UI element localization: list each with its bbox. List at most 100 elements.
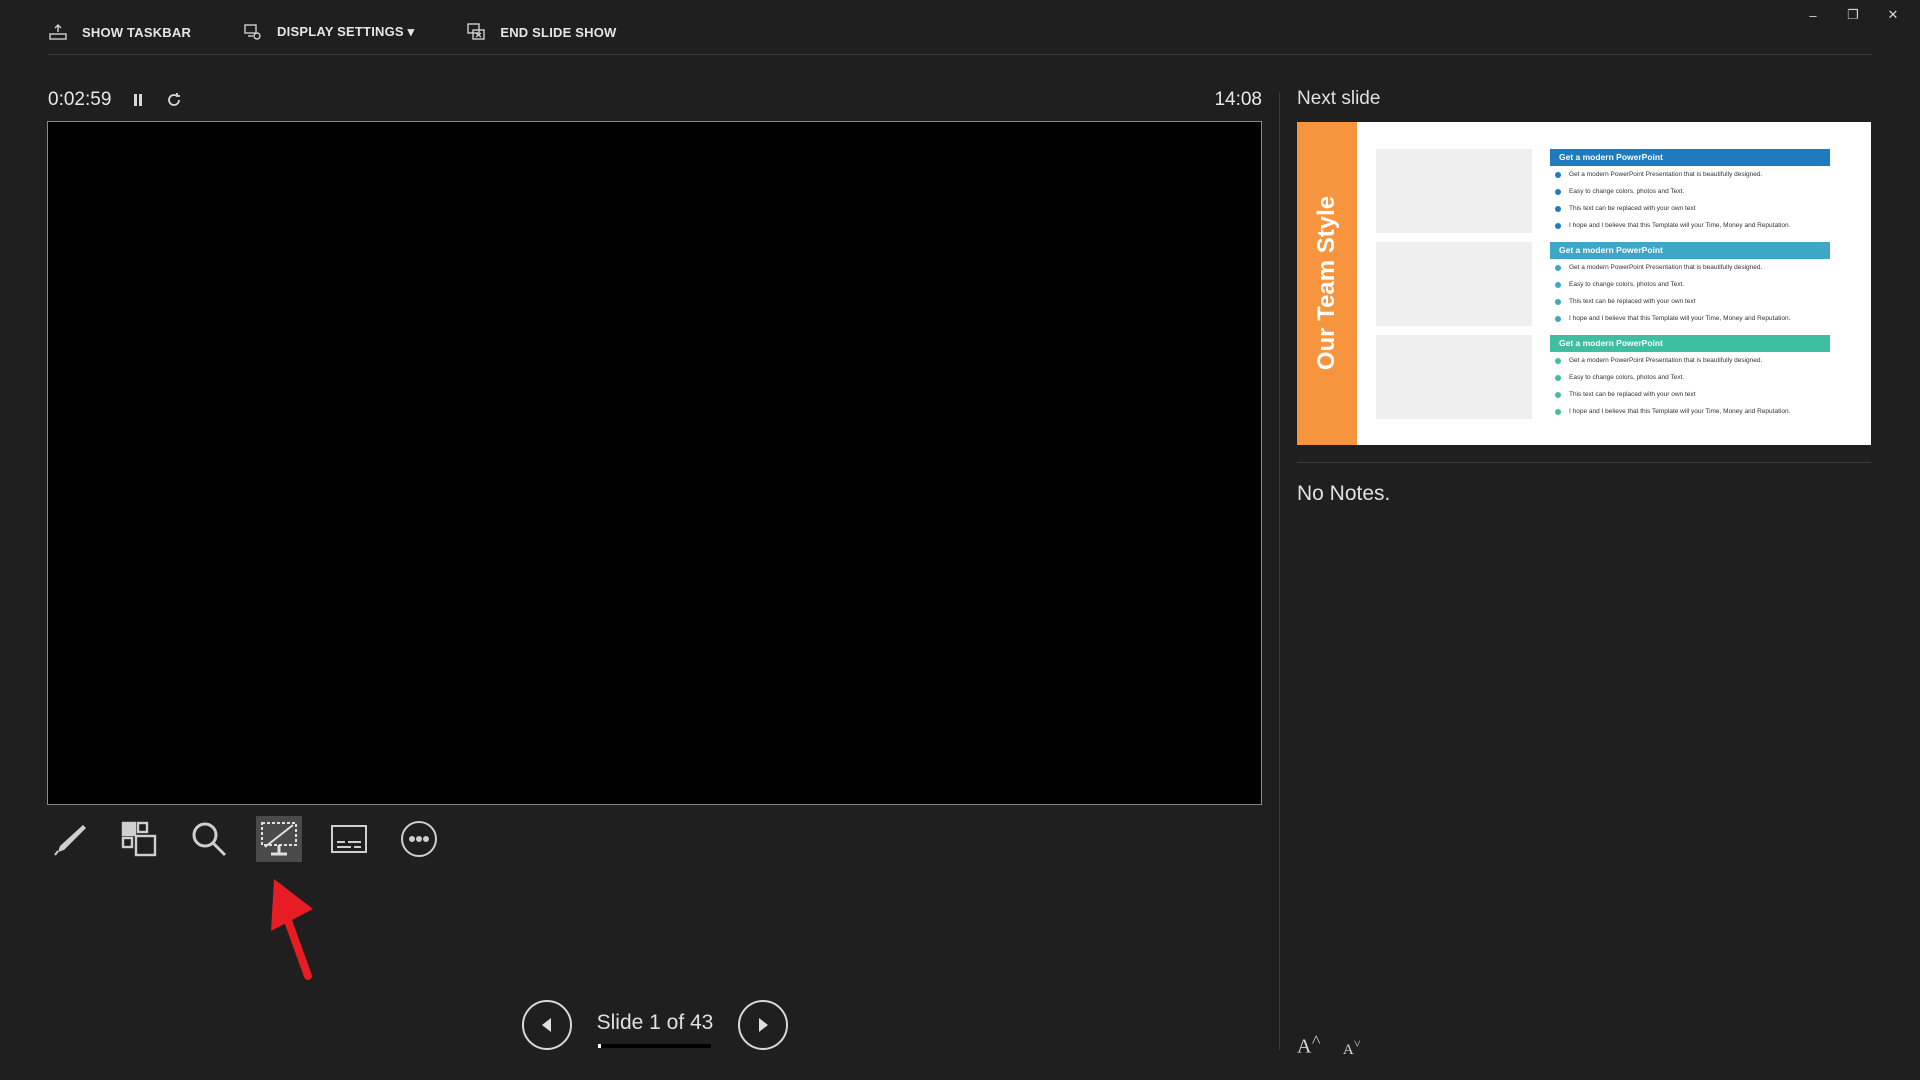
previous-icon [542,1018,551,1032]
slide-tools [46,816,442,862]
bullet-text: This text can be replaced with your own … [1569,205,1696,212]
more-options-button[interactable] [396,816,442,862]
more-icon [401,821,437,857]
bullet-dot [1555,281,1561,288]
end-show-icon [467,23,486,40]
bullet-dot [1555,171,1561,178]
list-item: Easy to change colors, photos and Text. [1550,369,1830,386]
bullet-text: Easy to change colors, photos and Text. [1569,281,1685,288]
presenter-toolbar: SHOW TASKBAR DISPLAY SETTINGS ▾ END SLID… [48,18,617,46]
bullet-dot [1555,222,1561,229]
list-item: Easy to change colors, photos and Text. [1550,276,1830,293]
next-slide-preview[interactable]: Our Team Style Get a modern PowerPoint G… [1297,122,1871,445]
see-all-slides-button[interactable] [116,816,162,862]
end-slide-show-label: END SLIDE SHOW [500,24,617,40]
restore-button[interactable]: ❐ [1838,4,1868,26]
bullet-text: I hope and I believe that this Template … [1569,408,1791,415]
notes-divider [1297,462,1871,463]
display-settings-label: DISPLAY SETTINGS ▾ [277,24,415,39]
window-controls: – ❐ ✕ [1798,4,1908,26]
subtitles-icon [331,825,367,853]
next-slide-title: Our Team Style [1313,195,1340,371]
list-item: I hope and I believe that this Template … [1550,403,1830,420]
magnifier-icon [192,822,227,857]
bullet-dot [1555,315,1561,322]
display-settings-button[interactable]: DISPLAY SETTINGS ▾ [243,22,414,42]
increase-font-button[interactable]: A˄ [1297,1030,1321,1059]
list-item: Get a modern PowerPoint Presentation tha… [1550,259,1830,276]
current-time: 14:08 [1214,89,1262,110]
bullet-text: I hope and I believe that this Template … [1569,222,1791,229]
end-slide-show-button[interactable]: END SLIDE SHOW [466,22,616,42]
photo-placeholder [1376,335,1532,419]
restart-timer-icon[interactable] [165,91,183,109]
taskbar-icon [49,24,67,40]
panel-divider-vertical [1279,92,1280,1050]
grid-icon [121,821,157,857]
bullet-text: This text can be replaced with your own … [1569,298,1696,305]
list-item: This text can be replaced with your own … [1550,386,1830,403]
show-taskbar-button[interactable]: SHOW TASKBAR [48,22,191,42]
black-screen-icon [261,822,297,856]
slide-counter[interactable]: Slide 1 of 43 [572,1000,738,1050]
pen-tool-button[interactable] [46,816,92,862]
bullet-dot [1555,391,1561,398]
bullet-text: I hope and I believe that this Template … [1569,315,1791,322]
bullet-text: Easy to change colors, photos and Text. [1569,188,1685,195]
bullet-text: This text can be replaced with your own … [1569,391,1696,398]
bullet-dot [1555,374,1561,381]
notes-font-controls: A˄ A˅ [1297,1030,1361,1059]
zoom-button[interactable] [186,816,232,862]
slide-counter-label: Slide 1 of 43 [596,1011,714,1034]
slide-navigation: Slide 1 of 43 [522,1000,788,1050]
elapsed-timer: 0:02:59 [48,89,112,110]
pen-icon [54,825,86,856]
minimize-button[interactable]: – [1798,4,1828,26]
decrease-font-button[interactable]: A˅ [1343,1037,1361,1059]
slide-progress-bar [598,1044,711,1048]
content-block: Get a modern PowerPoint Get a modern Pow… [1550,335,1830,420]
bullet-dot [1555,357,1561,364]
bullet-dot [1555,298,1561,305]
list-item: Easy to change colors, photos and Text. [1550,183,1830,200]
photo-placeholder [1376,149,1532,233]
list-item: I hope and I believe that this Template … [1550,217,1830,234]
bullet-text: Get a modern PowerPoint Presentation tha… [1569,171,1763,178]
previous-slide-button[interactable] [522,1000,572,1050]
black-screen-button[interactable] [256,816,302,862]
decrease-font-glyph: A [1342,1041,1354,1058]
pause-timer-icon[interactable] [131,92,145,108]
content-block: Get a modern PowerPoint Get a modern Pow… [1550,242,1830,327]
current-slide-view[interactable] [47,121,1262,805]
list-item: This text can be replaced with your own … [1550,293,1830,310]
top-divider [48,54,1872,55]
list-item: This text can be replaced with your own … [1550,200,1830,217]
show-taskbar-label: SHOW TASKBAR [82,24,192,40]
bullet-dot [1555,205,1561,212]
next-slide-heading: Next slide [1297,88,1381,109]
increase-font-glyph: A [1297,1035,1312,1058]
bullet-text: Get a modern PowerPoint Presentation tha… [1569,264,1763,271]
close-button[interactable]: ✕ [1878,4,1908,26]
list-item: Get a modern PowerPoint Presentation tha… [1550,352,1830,369]
timer-row: 0:02:59 14:08 [48,86,1262,114]
next-slide-button[interactable] [738,1000,788,1050]
bullet-text: Easy to change colors, photos and Text. [1569,374,1685,381]
red-arrow-annotation [271,879,313,980]
next-icon [759,1018,768,1032]
bullet-dot [1555,188,1561,195]
list-item: Get a modern PowerPoint Presentation tha… [1550,166,1830,183]
content-block: Get a modern PowerPoint Get a modern Pow… [1550,149,1830,234]
display-settings-icon [244,24,261,40]
speaker-notes: No Notes. [1297,482,1391,505]
bullet-dot [1555,408,1561,415]
block-heading: Get a modern PowerPoint [1550,335,1830,352]
bullet-text: Get a modern PowerPoint Presentation tha… [1569,357,1763,364]
bullet-dot [1555,264,1561,271]
subtitles-button[interactable] [326,816,372,862]
block-heading: Get a modern PowerPoint [1550,149,1830,166]
list-item: I hope and I believe that this Template … [1550,310,1830,327]
slide-progress-fill [598,1044,601,1048]
photo-placeholder [1376,242,1532,326]
block-heading: Get a modern PowerPoint [1550,242,1830,259]
